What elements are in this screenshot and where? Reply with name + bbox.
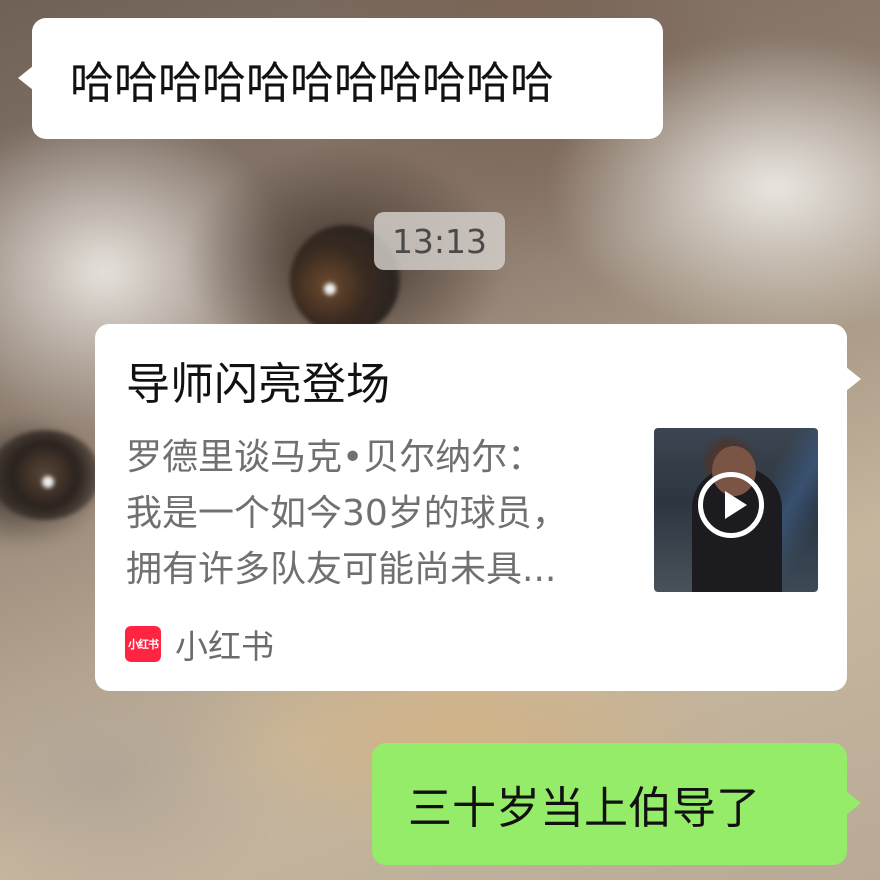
play-icon[interactable] xyxy=(698,472,764,538)
shared-link-card[interactable]: 导师闪亮登场 罗德里谈马克•贝尔纳尔： 我是一个如今30岁的球员， 拥有许多队友… xyxy=(95,324,861,691)
incoming-message-bubble[interactable]: 哈哈哈哈哈哈哈哈哈哈哈 xyxy=(18,18,663,139)
message-text: 三十岁当上伯导了 xyxy=(408,783,760,834)
outgoing-message-bubble[interactable]: 三十岁当上伯导了 xyxy=(372,743,861,865)
xiaohongshu-logo-icon: 小红书 xyxy=(125,626,161,662)
card-source: 小红书 小红书 xyxy=(125,622,274,666)
bubble-tail xyxy=(846,367,861,391)
card-title: 导师闪亮登场 xyxy=(126,359,390,410)
card-description: 罗德里谈马克•贝尔纳尔： 我是一个如今30岁的球员， 拥有许多队友可能尚未具..… xyxy=(126,430,626,598)
video-thumbnail[interactable] xyxy=(654,428,818,592)
card-description-line: 拥有许多队友可能尚未具... xyxy=(126,549,557,590)
chat-view: 哈哈哈哈哈哈哈哈哈哈哈 13:13 导师闪亮登场 罗德里谈马克•贝尔纳尔： 我是… xyxy=(0,0,880,880)
message-timestamp: 13:13 xyxy=(374,212,505,270)
source-name: 小红书 xyxy=(175,627,274,666)
message-text: 哈哈哈哈哈哈哈哈哈哈哈 xyxy=(70,57,554,109)
card-description-line: 罗德里谈马克•贝尔纳尔： xyxy=(126,437,544,478)
card-description-line: 我是一个如今30岁的球员， xyxy=(126,493,568,534)
